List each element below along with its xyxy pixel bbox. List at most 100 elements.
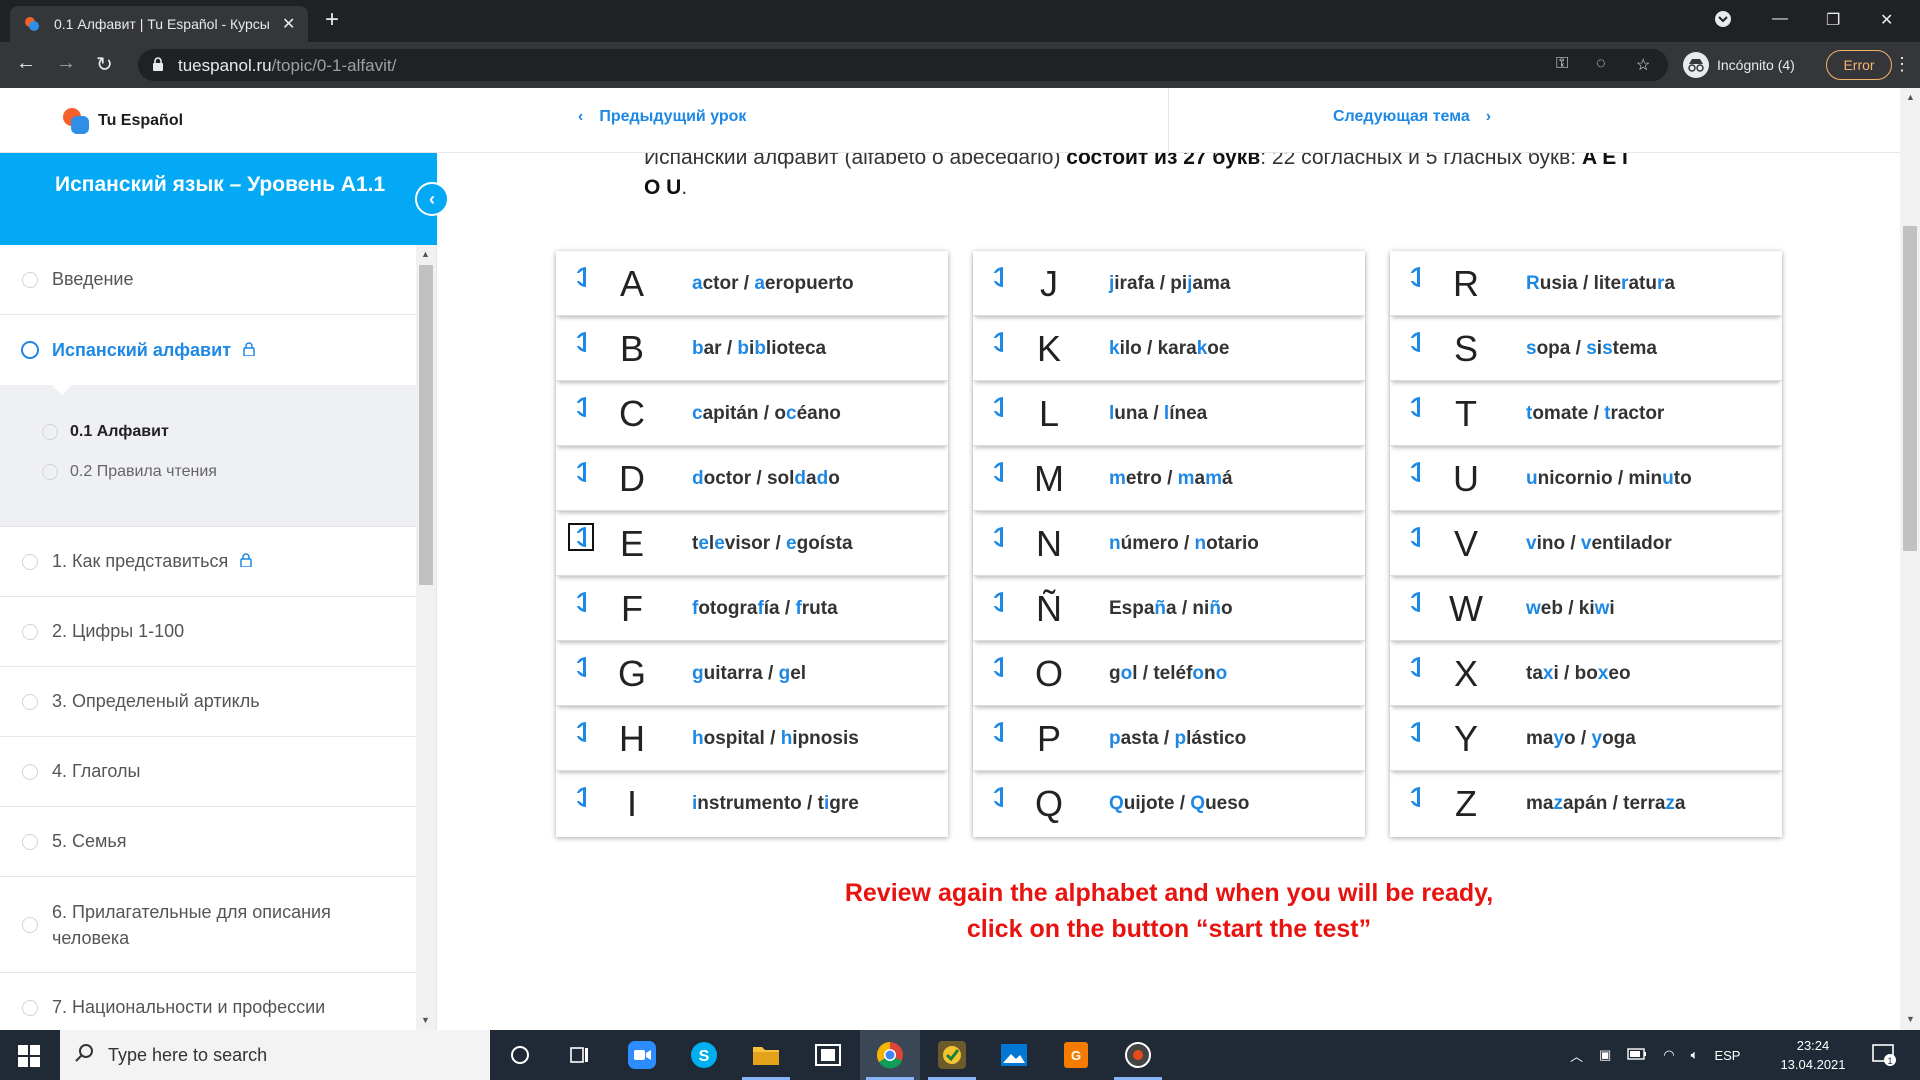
example-words: Quijote / Queso: [1109, 793, 1250, 814]
play-audio-icon[interactable]: [987, 525, 1009, 549]
next-topic-link[interactable]: Следующая тема ›: [1333, 108, 1491, 126]
incognito-indicator[interactable]: Incógnito (4): [1683, 50, 1795, 80]
scroll-down-icon[interactable]: ▼: [1906, 1014, 1915, 1024]
back-icon[interactable]: ←: [16, 52, 36, 75]
scroll-up-icon[interactable]: ▲: [1906, 92, 1915, 102]
tab-search-icon[interactable]: [1714, 10, 1732, 33]
notification-center-icon[interactable]: 1: [1872, 1044, 1896, 1071]
scroll-down-icon[interactable]: ▼: [421, 1015, 430, 1025]
key-icon[interactable]: ⚿: [1556, 55, 1568, 73]
meet-now-icon[interactable]: ▣: [1599, 1047, 1611, 1063]
sidebar-item-verbs[interactable]: 4. Глаголы: [0, 737, 416, 807]
taskbar-clock[interactable]: 23:24 13.04.2021: [1768, 1036, 1858, 1074]
play-audio-icon[interactable]: [570, 460, 592, 484]
play-audio-icon[interactable]: [1404, 525, 1426, 549]
battery-icon[interactable]: [1627, 1047, 1647, 1063]
letter-row: Ymayo / yoga: [1390, 706, 1782, 771]
music-app-icon[interactable]: [1108, 1030, 1168, 1080]
play-audio-icon[interactable]: [987, 265, 1009, 289]
language-indicator[interactable]: ESP: [1714, 1048, 1740, 1063]
play-audio-icon[interactable]: [987, 655, 1009, 679]
media-app-icon[interactable]: [798, 1030, 858, 1080]
play-audio-icon[interactable]: [987, 720, 1009, 744]
sidebar-scrollbar[interactable]: ▲ ▼: [416, 245, 436, 1030]
play-audio-icon[interactable]: [568, 523, 594, 551]
sidebar-item-adjectives[interactable]: 6. Прилагательные для описания человека: [0, 877, 416, 973]
file-explorer-icon[interactable]: [736, 1030, 796, 1080]
scrollbar-thumb[interactable]: [419, 265, 433, 585]
play-audio-icon[interactable]: [987, 590, 1009, 614]
play-audio-icon[interactable]: [1404, 265, 1426, 289]
play-audio-icon[interactable]: [570, 330, 592, 354]
sidebar-item-label: 6. Прилагательные для описания человека: [52, 901, 331, 948]
tab-title: 0.1 Алфавит | Tu Español - Курсы: [54, 16, 270, 32]
sidebar-item-label: 4. Глаголы: [52, 761, 141, 781]
pdf-app-icon[interactable]: G: [1046, 1030, 1106, 1080]
play-audio-icon[interactable]: [1404, 785, 1426, 809]
browser-menu-icon[interactable]: ⋮: [1893, 54, 1911, 75]
play-audio-icon[interactable]: [1404, 655, 1426, 679]
volume-icon[interactable]: 🔈︎: [1691, 1047, 1699, 1063]
zoom-app-icon[interactable]: [612, 1030, 672, 1080]
prev-lesson-link[interactable]: ‹ Предыдущий урок: [578, 108, 746, 126]
windows-start-icon[interactable]: [18, 1045, 40, 1067]
play-audio-icon[interactable]: [1404, 590, 1426, 614]
play-audio-icon[interactable]: [570, 655, 592, 679]
play-audio-icon[interactable]: [1404, 460, 1426, 484]
chevron-up-icon[interactable]: ︿: [1570, 1046, 1583, 1065]
address-bar[interactable]: tuespanol.ru/topic/0-1-alfavit/ ⚿ ◌ ☆: [138, 49, 1668, 81]
sidebar-item-intro[interactable]: Введение: [0, 245, 416, 315]
photos-app-icon[interactable]: [984, 1030, 1044, 1080]
sidebar-item-alphabet[interactable]: Испанский алфавит: [0, 315, 416, 385]
sidebar-collapse-button[interactable]: ‹: [415, 182, 449, 216]
play-audio-icon[interactable]: [987, 395, 1009, 419]
play-audio-icon[interactable]: [987, 785, 1009, 809]
wifi-icon[interactable]: ◠: [1663, 1047, 1674, 1063]
profile-error-button[interactable]: Error: [1826, 50, 1892, 80]
letter-row: Uunicornio / minuto: [1390, 446, 1782, 511]
bookmark-star-icon[interactable]: ☆: [1636, 55, 1650, 75]
forward-icon[interactable]: →: [56, 52, 76, 75]
scroll-up-icon[interactable]: ▲: [421, 249, 430, 259]
sidebar-item-introduce[interactable]: 1. Как представиться: [0, 527, 416, 597]
play-audio-icon[interactable]: [570, 265, 592, 289]
play-audio-icon[interactable]: [570, 395, 592, 419]
sidebar-item-numbers[interactable]: 2. Цифры 1-100: [0, 597, 416, 667]
play-audio-icon[interactable]: [1404, 395, 1426, 419]
site-logo[interactable]: Tu Español: [62, 106, 183, 136]
checkmark-app-icon[interactable]: [922, 1030, 982, 1080]
sidebar-lesson-list: Введение Испанский алфавит 0.1 Алфавит 0…: [0, 245, 416, 1030]
scrollbar-thumb[interactable]: [1903, 226, 1917, 551]
sidebar-item-nationalities[interactable]: 7. Национальности и профессии: [0, 973, 416, 1030]
sidebar-item-family[interactable]: 5. Семья: [0, 807, 416, 877]
maximize-icon[interactable]: ❐: [1826, 10, 1840, 30]
page-scrollbar[interactable]: ▲ ▼: [1900, 88, 1920, 1030]
example-words: Rusia / literatura: [1526, 273, 1675, 294]
taskbar-search-box[interactable]: Type here to search: [60, 1030, 490, 1080]
subtopic-item-alfavit[interactable]: 0.1 Алфавит: [42, 423, 169, 441]
play-audio-icon[interactable]: [987, 460, 1009, 484]
letter: C: [619, 393, 645, 434]
play-audio-icon[interactable]: [570, 785, 592, 809]
skype-app-icon[interactable]: S: [674, 1030, 734, 1080]
play-audio-icon[interactable]: [1404, 330, 1426, 354]
eye-off-icon[interactable]: ◌: [1596, 55, 1606, 73]
play-audio-icon[interactable]: [987, 330, 1009, 354]
play-audio-icon[interactable]: [570, 720, 592, 744]
play-audio-icon[interactable]: [1404, 720, 1426, 744]
minimize-icon[interactable]: —: [1772, 10, 1788, 28]
chrome-app-icon[interactable]: [860, 1030, 920, 1080]
reload-icon[interactable]: ↻: [96, 52, 113, 77]
cortana-icon[interactable]: [490, 1030, 550, 1080]
tab-close-icon[interactable]: ✕: [282, 14, 295, 34]
new-tab-icon[interactable]: +: [325, 8, 339, 32]
task-view-icon[interactable]: [550, 1030, 610, 1080]
clock-date: 13.04.2021: [1780, 1057, 1846, 1072]
play-audio-icon[interactable]: [570, 590, 592, 614]
sidebar-item-article[interactable]: 3. Определеный артикль: [0, 667, 416, 737]
browser-tab[interactable]: 0.1 Алфавит | Tu Español - Курсы ✕: [10, 6, 308, 42]
example-words: metro / mamá: [1109, 468, 1233, 489]
subtopic-item-reading-rules[interactable]: 0.2 Правила чтения: [42, 463, 217, 481]
window-close-icon[interactable]: ✕: [1880, 10, 1893, 30]
letter-row: Ffotografía / fruta: [556, 576, 948, 641]
